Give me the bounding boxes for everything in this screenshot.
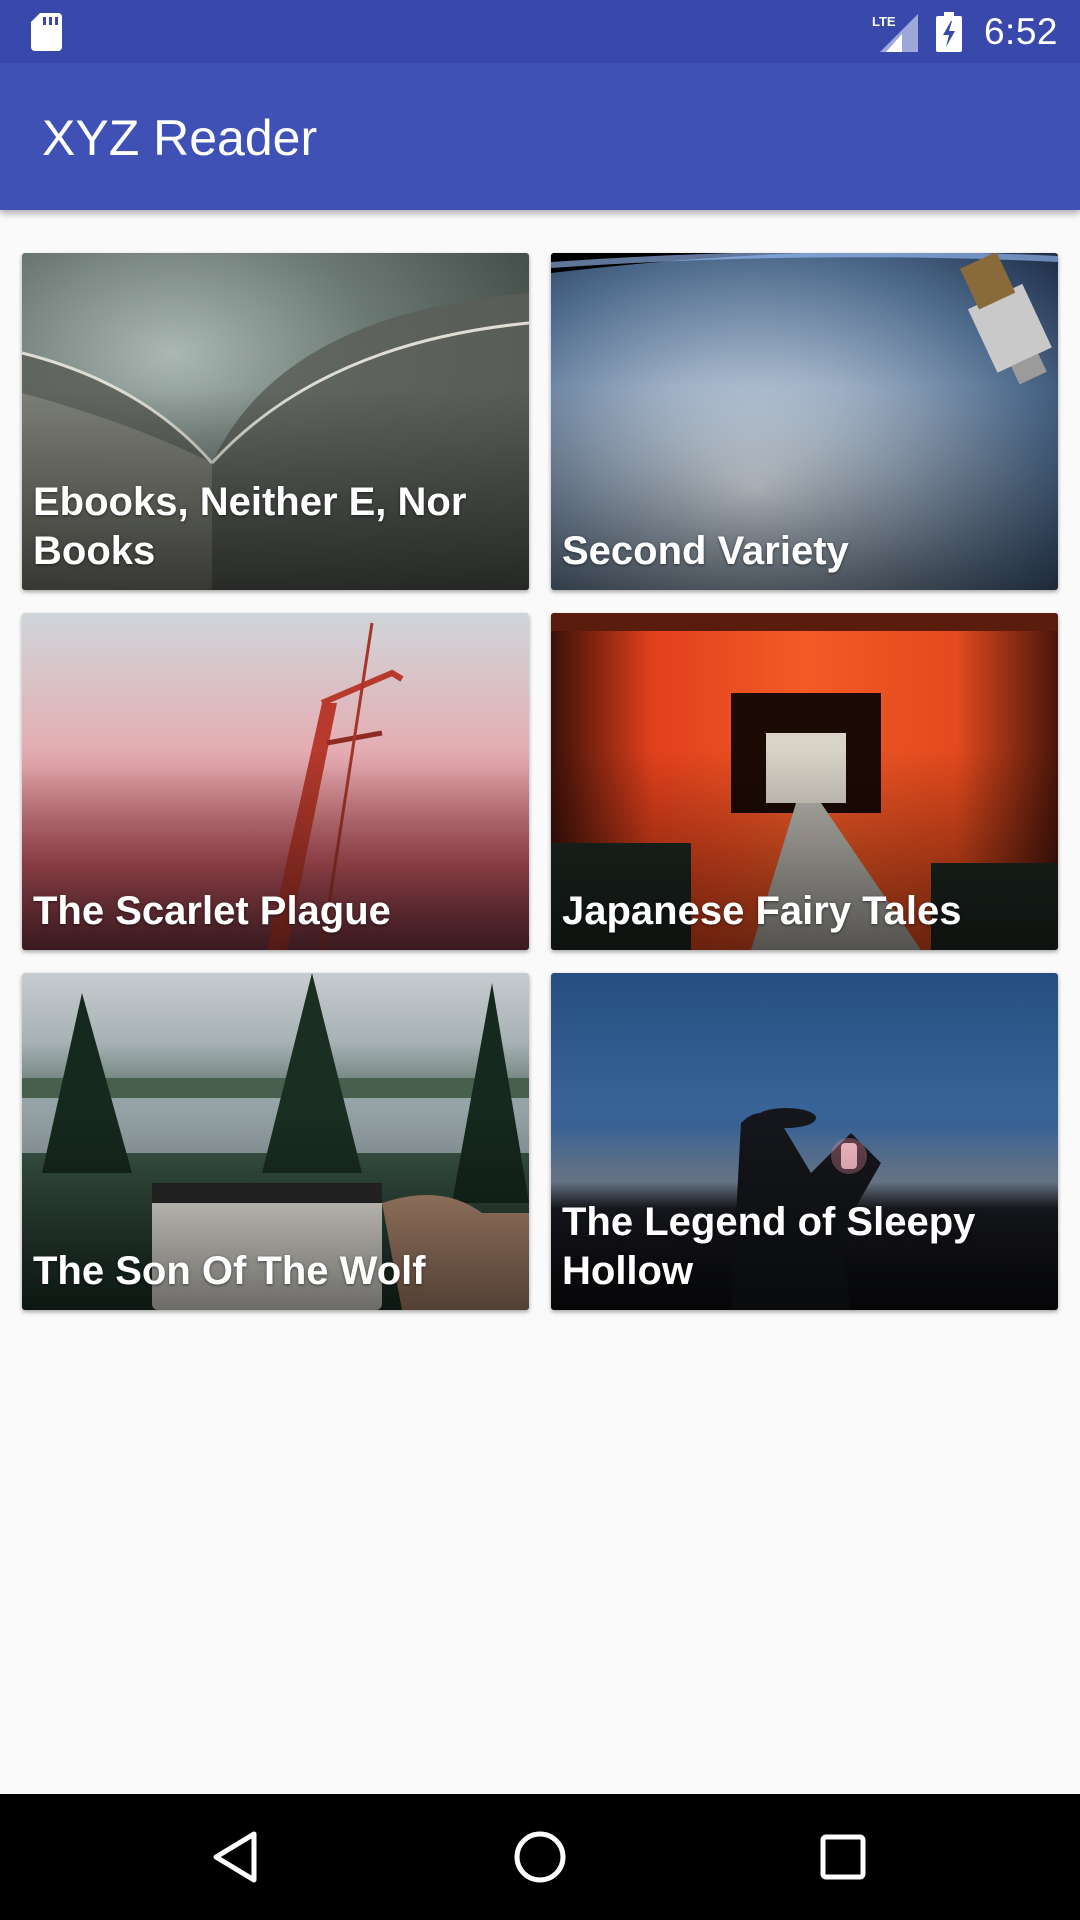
article-card[interactable]: Japanese Fairy Tales <box>551 613 1058 950</box>
status-icons: LTE 6:52 <box>872 0 1058 63</box>
article-grid: Ebooks, Neither E, Nor Books Second Vari… <box>22 253 1058 1310</box>
article-card[interactable]: The Scarlet Plague <box>22 613 529 950</box>
recents-icon[interactable] <box>810 1824 876 1890</box>
article-title: Second Variety <box>562 529 849 573</box>
article-card[interactable]: The Son Of The Wolf <box>22 973 529 1310</box>
article-title: The Scarlet Plague <box>33 889 391 933</box>
battery-charging-icon <box>935 11 962 52</box>
sd-card-icon <box>31 13 62 51</box>
article-card[interactable]: Second Variety <box>551 253 1058 590</box>
article-title: The Son Of The Wolf <box>33 1249 426 1293</box>
app-title: XYZ Reader <box>42 110 318 166</box>
lte-label: LTE <box>872 14 896 29</box>
lte-signal-icon: LTE <box>872 13 918 52</box>
status-bar: LTE 6:52 <box>0 0 1080 63</box>
article-title: Ebooks, Neither E, Nor Books <box>33 480 467 573</box>
status-clock: 6:52 <box>983 10 1058 52</box>
home-icon[interactable] <box>507 1824 573 1890</box>
article-card[interactable]: Ebooks, Neither E, Nor Books <box>22 253 529 590</box>
back-icon[interactable] <box>204 1824 270 1890</box>
navigation-bar <box>0 1794 1080 1920</box>
article-title: Japanese Fairy Tales <box>562 889 962 933</box>
article-card[interactable]: The Legend of Sleepy Hollow <box>551 973 1058 1310</box>
app-bar: XYZ Reader <box>0 63 1080 210</box>
article-title: The Legend of Sleepy Hollow <box>562 1200 976 1293</box>
